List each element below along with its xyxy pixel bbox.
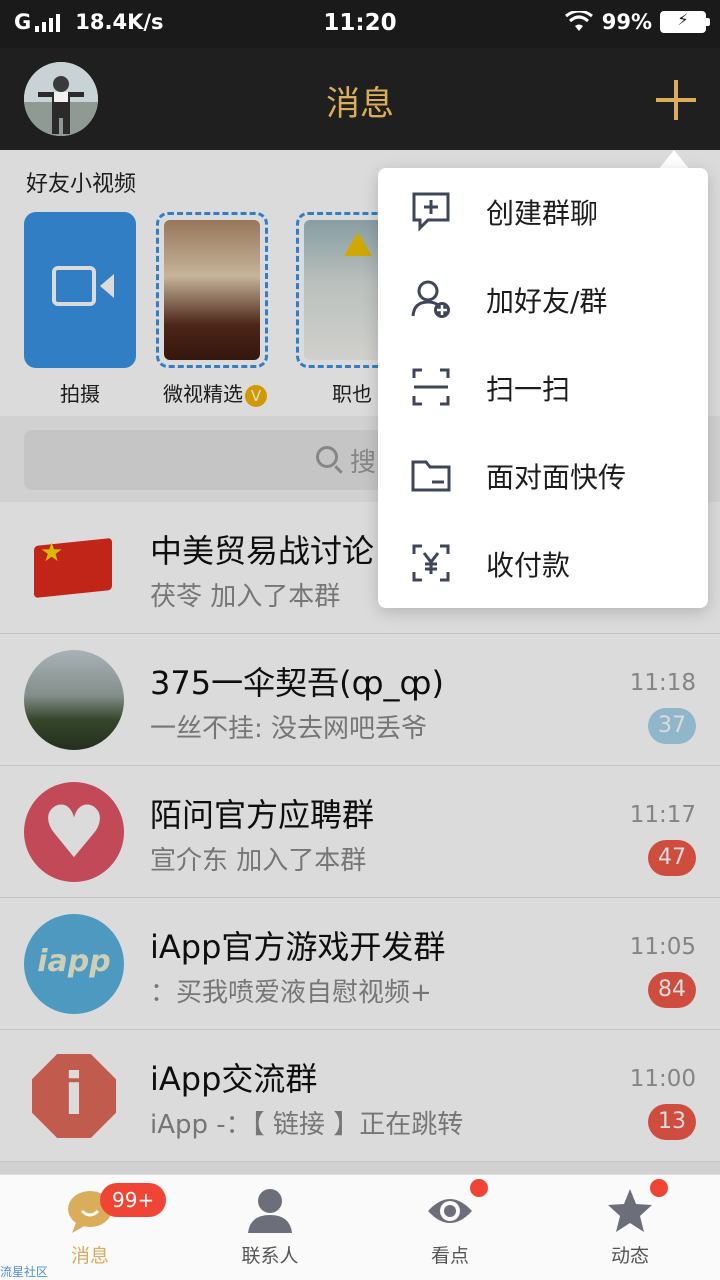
menu-face-transfer[interactable]: 面对面快传: [378, 432, 708, 520]
yuan-scan-icon: [412, 544, 450, 582]
bottom-tab-bar: 99+ 消息 联系人 看点 动态 流星社区: [0, 1174, 720, 1280]
top-header: 消息: [0, 48, 720, 150]
tab-kandian[interactable]: 看点: [360, 1175, 540, 1280]
chat-plus-icon: [412, 192, 450, 232]
battery-percent: 99%: [601, 10, 652, 34]
popup-arrow: [658, 150, 690, 170]
menu-payment[interactable]: 收付款: [378, 520, 708, 608]
page-title: 消息: [326, 84, 394, 124]
menu-add-friend[interactable]: 加好友/群: [378, 256, 708, 344]
menu-label: 面对面快传: [486, 461, 627, 494]
person-icon: [248, 1189, 292, 1233]
tab-label: 联系人: [241, 1245, 299, 1267]
tab-label: 动态: [610, 1245, 649, 1267]
folder-icon: [411, 460, 451, 492]
notification-dot: [470, 1179, 488, 1197]
watermark: 流星社区: [0, 1265, 49, 1279]
add-popup-menu: 创建群聊 加好友/群 扫一扫 面对面快传 收付款: [378, 168, 708, 608]
wifi-icon: [564, 11, 593, 31]
battery-icon: ⚡: [660, 10, 710, 33]
menu-label: 加好友/群: [486, 285, 608, 318]
menu-scan[interactable]: 扫一扫: [378, 344, 708, 432]
tab-label: 看点: [430, 1245, 469, 1267]
menu-label: 创建群聊: [486, 197, 599, 230]
tab-moments[interactable]: 动态: [540, 1175, 720, 1280]
tab-contacts[interactable]: 联系人: [180, 1175, 360, 1280]
status-bar: G 18.4K/s 11:20 99% ⚡: [0, 0, 720, 48]
status-right: 99% ⚡: [564, 10, 710, 34]
notification-dot: [650, 1179, 668, 1197]
add-user-icon: [411, 280, 450, 318]
tab-unread-badge: 99+: [100, 1183, 167, 1217]
menu-create-group[interactable]: 创建群聊: [378, 168, 708, 256]
star-icon: [608, 1189, 652, 1232]
eye-icon: [428, 1199, 472, 1223]
menu-label: 扫一扫: [486, 373, 571, 406]
scan-icon: [412, 368, 450, 406]
add-menu-button[interactable]: [656, 80, 696, 120]
menu-label: 收付款: [486, 549, 571, 582]
